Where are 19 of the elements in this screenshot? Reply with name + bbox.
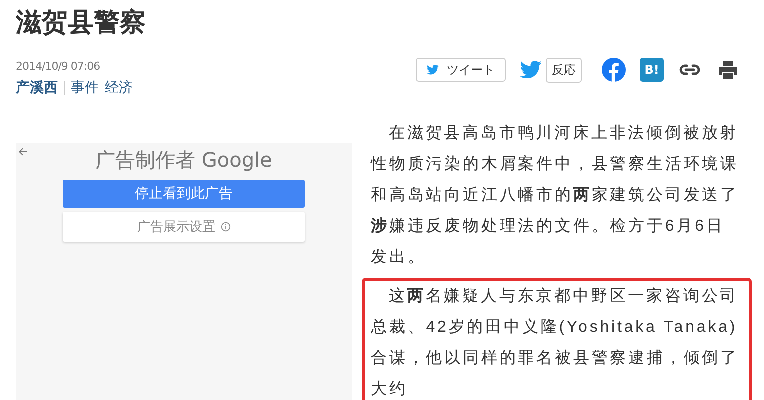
tag-link[interactable]: 事件 <box>71 79 99 97</box>
tweet-button[interactable]: ツイート <box>416 58 506 82</box>
bookmark-button[interactable]: B! <box>640 58 664 82</box>
article-paragraph: 在滋贺县高岛市鸭川河床上非法倾倒被放射性物质污染的木屑案件中，县警察生活环境课和高岛站向近江八幡市的两家建筑公司发送了涉嫌违反废物处理法的文件。检方于6月6日发出。 <box>370 124 740 268</box>
article-paragraph: 这两名嫌疑人与东京都中野区一家咨询公司总裁、42岁的田中义隆(Yoshitaka Tanaka) 合谋，他以同样的罪名被县警察逮捕，倾倒了大约 <box>362 278 752 400</box>
stop-ad-button[interactable]: 停止看到此广告 <box>63 180 305 208</box>
info-icon <box>220 222 230 232</box>
publish-date: 2014/10/9 07:06 <box>16 60 102 73</box>
bird-icon <box>427 65 439 75</box>
tag-link[interactable]: 经济 <box>105 79 133 97</box>
article-title: 滋贺县警察 <box>14 7 147 40</box>
reaction-count[interactable]: 反応 <box>546 58 582 82</box>
ad-settings-button[interactable]: 广告展示设置 <box>63 212 305 242</box>
ad-title: 广告制作者 Google <box>96 147 272 174</box>
tag-link[interactable]: 产溪西 <box>16 79 58 97</box>
facebook-icon[interactable] <box>602 58 626 82</box>
print-icon[interactable] <box>716 58 740 82</box>
back-arrow-icon[interactable] <box>18 147 28 157</box>
bird-icon[interactable] <box>520 61 542 79</box>
